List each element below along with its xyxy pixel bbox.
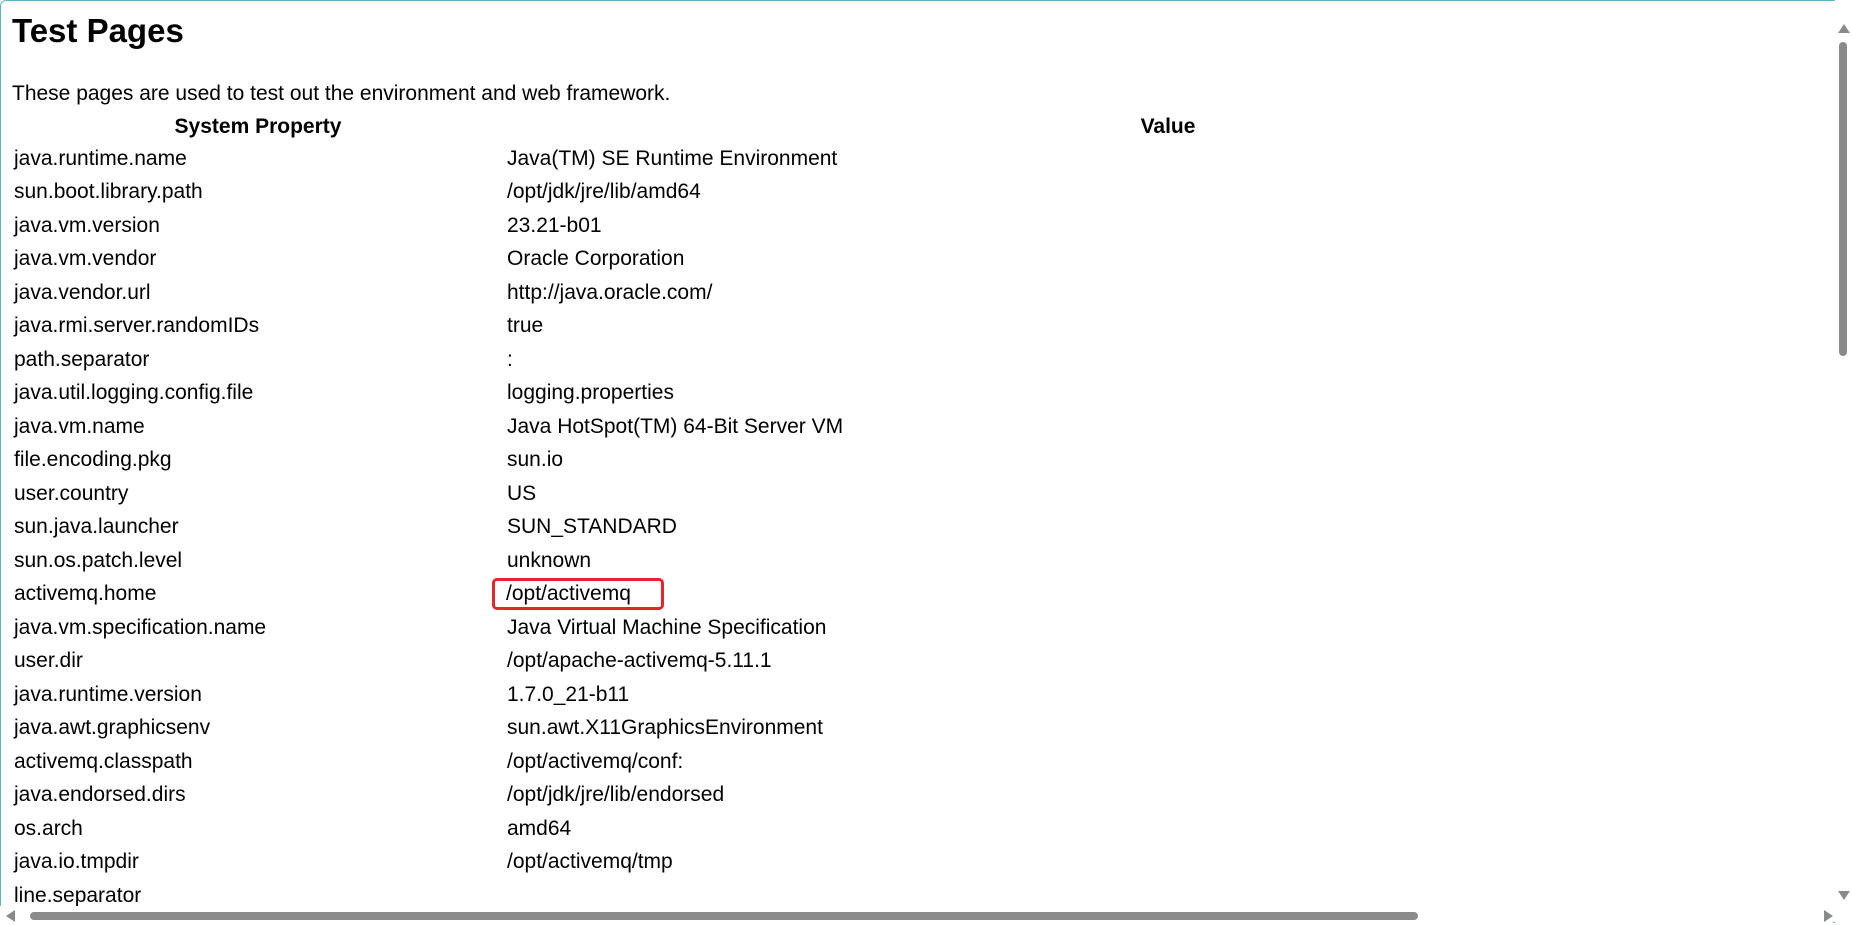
page-description: These pages are used to test out the env… (12, 82, 671, 105)
table-row: path.separator: (12, 343, 1832, 377)
property-name-cell: user.dir (14, 649, 83, 673)
property-value-cell: /opt/jdk/jre/lib/amd64 (507, 180, 701, 204)
property-name-cell: user.country (14, 481, 129, 505)
property-value-cell: 1.7.0_21-b11 (507, 682, 630, 706)
property-value-cell: http://java.oracle.com/ (507, 280, 713, 304)
table-row: sun.os.patch.level unknown (12, 544, 1832, 578)
property-value-cell: SUN_STANDARD (507, 515, 677, 539)
property-name-cell: java.io.tmpdir (14, 850, 139, 874)
table-row: java.util.logging.config.file logging.pro… (12, 377, 1832, 411)
property-value-cell: unknown (507, 548, 592, 572)
property-name-cell: java.vendor.url (14, 280, 151, 304)
property-name-cell: java.awt.graphicsenv (14, 716, 211, 740)
table-row: java.rmi.server.randomIDs true (12, 310, 1832, 344)
property-value-cell: 23.21-b01 (507, 213, 602, 237)
table-row: os.arch amd64 (12, 812, 1832, 846)
property-value-cell: /opt/apache-activemq-5.11.1 (507, 649, 772, 673)
property-name-cell: java.rmi.server.randomIDs (14, 314, 260, 338)
property-name-cell: sun.os.patch.level (14, 548, 183, 572)
property-value-cell: logging.properties (507, 381, 674, 405)
table-row: java.runtime.version 1.7.0_21-b11 (12, 678, 1832, 712)
property-name-cell: file.encoding.pkg (14, 448, 172, 472)
property-name-cell: os.arch (14, 816, 83, 840)
property-value-cell: : (507, 347, 513, 371)
property-value-cell: sun.io (507, 448, 564, 472)
property-value-cell: /opt/activemq/conf: (507, 749, 684, 773)
table-row: activemq.classpath/opt/activemq/conf: (12, 745, 1832, 779)
table-row: sun.boot.library.path/opt/jdk/jre/lib/am… (12, 176, 1832, 210)
property-value-cell: Oracle Corporation (507, 247, 685, 271)
table-row: java.runtime.name Java(TM) SE Runtime Env… (12, 142, 1832, 176)
table-row: java.vendor.url http://java.oracle.com/ (12, 276, 1832, 310)
property-name-cell: java.vm.vendor (14, 247, 157, 271)
property-value-cell: /opt/activemq (492, 578, 1832, 612)
property-value-cell: Java HotSpot(TM) 64-Bit Server VM (507, 414, 844, 438)
property-name-cell: activemq.home (14, 582, 157, 606)
highlighted-value: /opt/activemq (492, 578, 664, 611)
page-content: Test Pages These pages are used to test … (12, 0, 1832, 906)
property-name-cell: path.separator (14, 347, 150, 371)
property-value-cell: Java Virtual Machine Specification (507, 615, 827, 639)
header-value: Value (1140, 115, 1196, 138)
table-row: line.separator (12, 879, 1832, 906)
scroll-up-arrow-icon[interactable] (1838, 24, 1850, 33)
table-row: java.awt.graphicsenv sun.awt.X11GraphicsE… (12, 712, 1832, 746)
table-row: java.io.tmpdir/opt/activemq/tmp (12, 846, 1832, 880)
property-name-cell: java.endorsed.dirs (14, 783, 186, 807)
table-row: java.vm.version 23.21-b01 (12, 209, 1832, 243)
page-title: Test Pages (12, 12, 184, 49)
table-row: user.country US (12, 477, 1832, 511)
horizontal-scrollbar[interactable] (0, 906, 1833, 925)
property-value-cell: /opt/activemq/tmp (507, 850, 673, 874)
vertical-scroll-thumb[interactable] (1839, 42, 1847, 356)
property-name-cell: sun.boot.library.path (14, 180, 203, 204)
property-value-cell: /opt/jdk/jre/lib/endorsed (507, 783, 725, 807)
table-row: activemq.home/opt/activemq (12, 578, 1832, 612)
property-name-cell: java.runtime.name (14, 146, 187, 170)
system-properties-table: System Property Value java.runtime.name J… (12, 112, 1832, 906)
scroll-right-arrow-icon[interactable] (1824, 910, 1833, 922)
scrollbar-corner (1835, 906, 1852, 925)
table-body: java.runtime.name Java(TM) SE Runtime Env… (12, 142, 1832, 906)
table-row: java.endorsed.dirs/opt/jdk/jre/lib/endor… (12, 779, 1832, 813)
property-value-cell: true (507, 314, 544, 338)
property-value-cell: amd64 (507, 816, 572, 840)
property-name-cell: sun.java.launcher (14, 515, 179, 539)
horizontal-scroll-thumb[interactable] (30, 912, 1418, 920)
vertical-scrollbar[interactable] (1835, 0, 1852, 906)
property-value-cell: Java(TM) SE Runtime Environment (507, 146, 838, 170)
table-row: java.vm.specification.name Java Virtual M… (12, 611, 1832, 645)
property-value-cell: sun.awt.X11GraphicsEnvironment (507, 716, 823, 740)
header-system-property: System Property (174, 115, 342, 138)
scroll-left-arrow-icon[interactable] (6, 910, 15, 922)
property-name-cell: java.util.logging.config.file (14, 381, 254, 405)
scroll-down-arrow-icon[interactable] (1838, 891, 1850, 900)
property-value-cell: US (507, 481, 537, 505)
property-name-cell: line.separator (14, 883, 142, 906)
property-name-cell: java.vm.name (14, 414, 145, 438)
table-row: java.vm.name Java HotSpot(TM) 64-Bit Serv… (12, 410, 1832, 444)
table-row: user.dir/opt/apache-activemq-5.11.1 (12, 645, 1832, 679)
property-name-cell: activemq.classpath (14, 749, 193, 773)
property-name-cell: java.vm.specification.name (14, 615, 267, 639)
table-row: sun.java.launcher SUN_STANDARD (12, 511, 1832, 545)
table-row: java.vm.vendor Oracle Corporation (12, 243, 1832, 277)
property-name-cell: java.vm.version (14, 213, 160, 237)
table-row: file.encoding.pkg sun.io (12, 444, 1832, 478)
property-name-cell: java.runtime.version (14, 682, 202, 706)
property-value-cell (504, 879, 1832, 906)
table-header-row: System Property Value (12, 112, 1832, 142)
